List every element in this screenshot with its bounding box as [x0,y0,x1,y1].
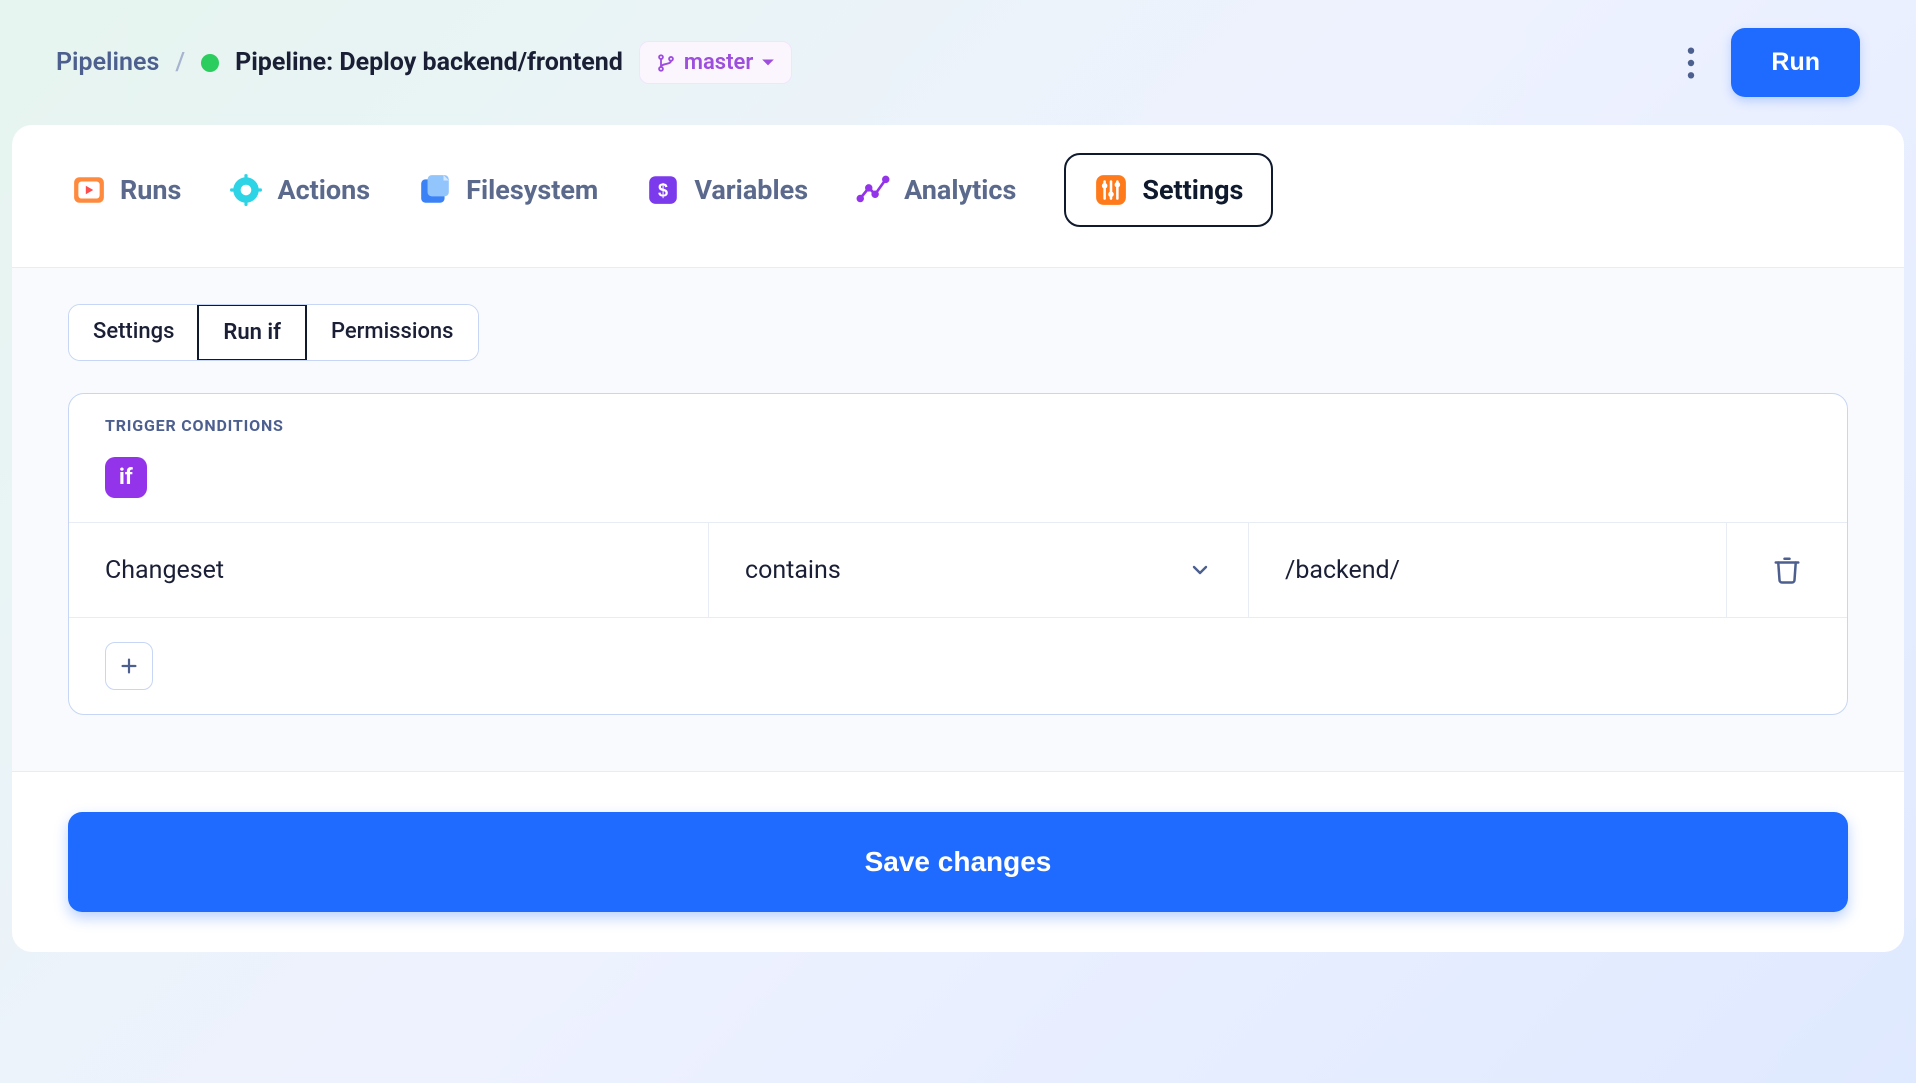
delete-condition-button[interactable] [1772,555,1802,585]
breadcrumb-pipelines[interactable]: Pipelines [56,48,159,77]
settings-content: Settings Run if Permissions Trigger Cond… [12,267,1904,771]
runs-icon [72,173,106,207]
breadcrumb-separator: / [175,48,185,77]
condition-row: Changeset contains /backend/ [69,523,1847,618]
add-condition-button[interactable] [105,642,153,690]
svg-text:$: $ [658,180,668,200]
tab-analytics[interactable]: Analytics [856,173,1016,207]
footer-bar: Save changes [12,771,1904,952]
settings-icon [1094,173,1128,207]
status-indicator [201,54,219,72]
condition-actions [1727,523,1847,617]
sub-tab-settings[interactable]: Settings [69,305,198,360]
tab-actions[interactable]: Actions [229,173,370,207]
branch-name: master [684,50,753,75]
tab-filesystem[interactable]: Filesystem [418,173,598,207]
caret-down-icon [761,56,775,70]
pipeline-title: Pipeline: Deploy backend/frontend [235,48,623,77]
actions-icon [229,173,263,207]
analytics-icon [856,173,890,207]
main-tabs: Runs Actions Filesystem $ Variables Anal… [12,125,1904,267]
save-changes-button[interactable]: Save changes [68,812,1848,912]
filesystem-icon [418,173,452,207]
chevron-down-icon [1188,558,1212,582]
branch-selector[interactable]: master [639,41,792,84]
plus-icon [118,655,140,677]
sub-tab-permissions[interactable]: Permissions [306,305,478,360]
tab-runs[interactable]: Runs [72,173,181,207]
tab-analytics-label: Analytics [904,174,1016,206]
sub-tab-run-if[interactable]: Run if [197,304,307,361]
tab-filesystem-label: Filesystem [466,174,598,206]
panel-title: Trigger Conditions [69,394,1847,449]
condition-field[interactable]: Changeset [69,523,709,617]
sub-tabs: Settings Run if Permissions [68,304,479,361]
condition-operator-select[interactable]: contains [709,523,1249,617]
main-card: Runs Actions Filesystem $ Variables Anal… [12,125,1904,952]
page-header: Pipelines / Pipeline: Deploy backend/fro… [0,0,1916,125]
condition-operator-value: contains [745,556,841,585]
if-row: if [69,449,1847,523]
trigger-conditions-panel: Trigger Conditions if Changeset contains… [68,393,1848,715]
if-badge: if [105,457,147,498]
kebab-icon [1687,47,1695,79]
tab-actions-label: Actions [277,174,370,206]
variables-icon: $ [646,173,680,207]
tab-settings[interactable]: Settings [1064,153,1273,227]
run-button[interactable]: Run [1731,28,1860,97]
tab-runs-label: Runs [120,174,181,206]
trash-icon [1772,555,1802,585]
add-condition-row [69,618,1847,714]
tab-settings-label: Settings [1142,174,1243,206]
more-options-button[interactable] [1667,39,1715,87]
tab-variables-label: Variables [694,174,808,206]
condition-value[interactable]: /backend/ [1249,523,1727,617]
tab-variables[interactable]: $ Variables [646,173,808,207]
git-branch-icon [656,53,676,73]
